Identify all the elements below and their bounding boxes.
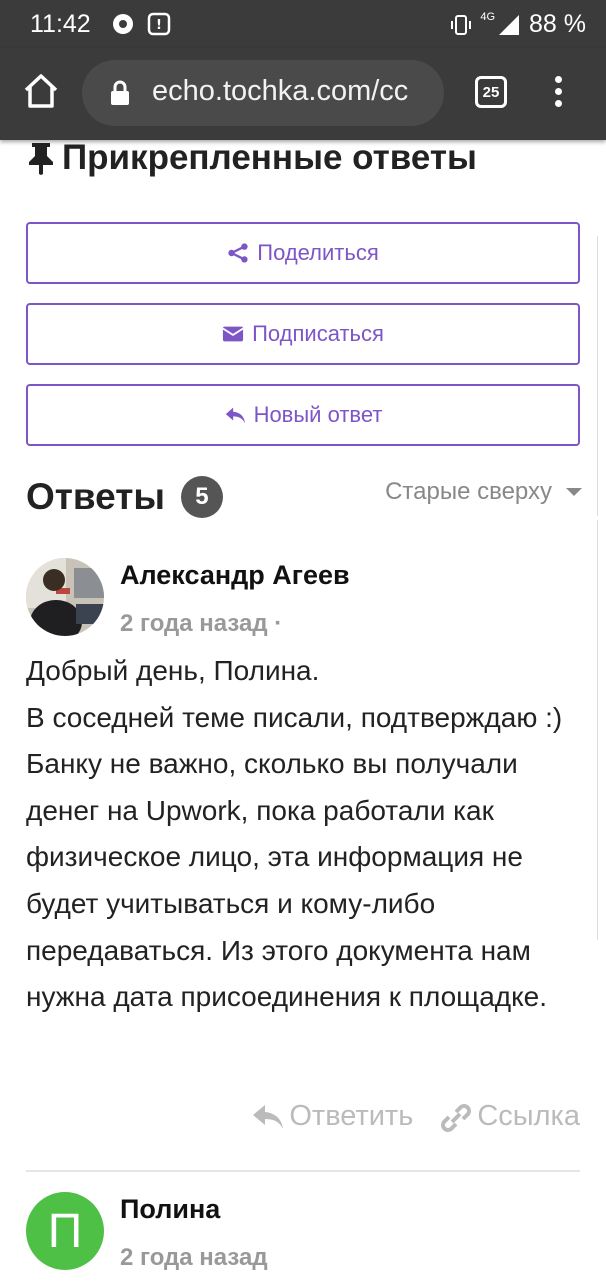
author-name[interactable]: Полина — [120, 1194, 220, 1225]
status-bar: 11:42 ! 4G 88 % — [0, 0, 606, 48]
overflow-menu-icon[interactable] — [548, 76, 568, 110]
scrollbar-track[interactable] — [597, 520, 606, 940]
permalink[interactable]: Ссылка — [439, 1100, 580, 1133]
subscribe-label: Подписаться — [252, 321, 384, 346]
envelope-icon — [222, 326, 244, 342]
home-icon[interactable] — [22, 72, 60, 110]
avatar-photo — [26, 558, 104, 636]
post-time: 2 года назад — [120, 1244, 268, 1271]
share-icon — [228, 243, 248, 263]
avatar[interactable]: П — [26, 1192, 104, 1270]
answers-header: Ответы 5 — [26, 476, 223, 518]
answer-post: Александр Агеев 2 года назад · Добрый де… — [26, 558, 580, 1158]
status-right: 4G 88 % — [450, 10, 586, 39]
answers-title: Ответы — [26, 476, 165, 517]
pinned-title: Прикрепленные ответы — [62, 138, 477, 177]
url-bar[interactable]: echo.tochka.com/cc — [82, 60, 444, 126]
separator: · — [274, 610, 283, 637]
pin-icon — [29, 143, 53, 175]
answer-post: П Полина 2 года назад — [26, 1192, 580, 1282]
pinned-header: Прикрепленные ответы — [26, 138, 477, 178]
post-line: Добрый день, Полина. — [26, 655, 320, 686]
avatar[interactable] — [26, 558, 104, 636]
scrollbar[interactable] — [597, 236, 606, 516]
share-label: Поделиться — [257, 240, 379, 265]
post-body: Добрый день, Полина. В соседней теме пис… — [26, 648, 586, 1021]
new-answer-label: Новый ответ — [253, 402, 383, 427]
reply-link[interactable]: Ответить — [251, 1100, 413, 1133]
reply-icon — [225, 407, 245, 424]
link-label: Ссылка — [477, 1100, 580, 1132]
post-line: В соседней теме писали, подтверждаю :) — [26, 701, 563, 733]
chevron-down-icon — [566, 488, 582, 496]
vibrate-icon — [451, 14, 472, 35]
divider — [26, 1170, 580, 1172]
share-button[interactable]: Поделиться — [26, 222, 580, 284]
lock-icon — [111, 80, 129, 105]
tab-switcher-button[interactable]: 25 — [475, 76, 507, 108]
post-time-text: 2 года назад — [120, 610, 268, 637]
author-name[interactable]: Александр Агеев — [120, 560, 350, 591]
reply-label: Ответить — [289, 1100, 414, 1132]
post-time: 2 года назад · — [120, 610, 282, 638]
new-answer-button[interactable]: Новый ответ — [26, 384, 580, 446]
battery-level: 88 % — [529, 10, 586, 38]
reply-icon — [253, 1104, 284, 1129]
network-type: 4G — [480, 10, 496, 23]
signal-icon — [499, 14, 520, 35]
subscribe-button[interactable]: Подписаться — [26, 303, 580, 365]
browser-toolbar: echo.tochka.com/cc 25 — [0, 48, 606, 140]
chrome-icon — [113, 14, 133, 34]
status-time: 11:42 — [30, 10, 91, 38]
url-text: echo.tochka.com/cc — [152, 75, 409, 107]
sort-label: Старые сверху — [385, 478, 552, 505]
post-line: Банку не важно, сколько вы получали дене… — [26, 748, 548, 1013]
post-actions: Ответить Ссылка — [251, 1100, 580, 1133]
notification-icon: ! — [147, 12, 171, 36]
answers-count-badge: 5 — [180, 476, 223, 518]
link-icon — [441, 1103, 472, 1132]
svg-text:!: ! — [156, 18, 162, 33]
sort-select[interactable]: Старые сверху — [385, 478, 582, 506]
